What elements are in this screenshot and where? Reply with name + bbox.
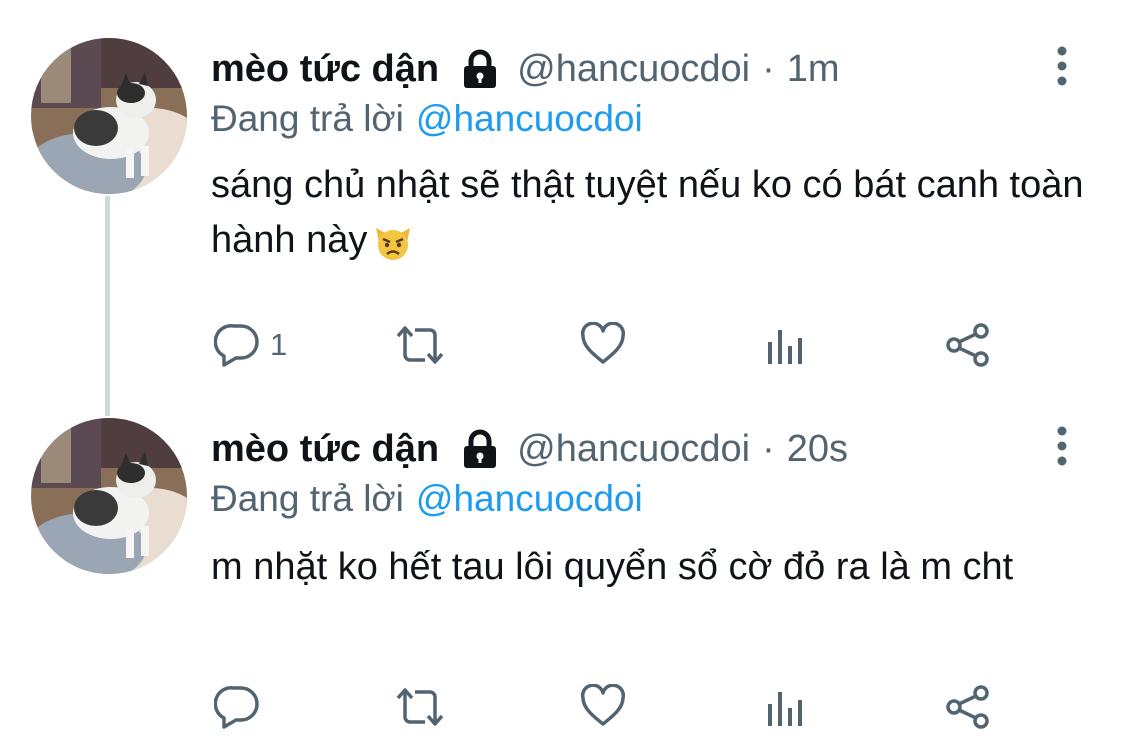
reply-count: 1 xyxy=(270,327,288,362)
tweet-header: mèo tức dận @hancuocdoi · 1m xyxy=(211,44,840,94)
timestamp[interactable]: 1m xyxy=(787,48,840,91)
replying-to-label: Đang trả lời xyxy=(211,478,404,519)
pouting-cat-emoji xyxy=(373,222,413,262)
replying-to-mention[interactable]: @hancuocdoi xyxy=(416,98,643,139)
heart-icon xyxy=(579,684,627,728)
separator-dot: · xyxy=(762,47,775,90)
display-name[interactable]: mèo tức dận xyxy=(211,428,439,471)
like-button[interactable] xyxy=(579,684,627,728)
heart-icon xyxy=(579,322,627,366)
more-vertical-icon[interactable] xyxy=(1051,425,1073,469)
more-vertical-icon[interactable] xyxy=(1051,45,1073,89)
lock-icon xyxy=(461,49,499,89)
tweet-text: sáng chủ nhật sẽ thật tuyệt nếu ko có bá… xyxy=(211,158,1091,268)
reply-icon xyxy=(214,684,260,730)
retweet-button[interactable] xyxy=(392,322,448,368)
avatar[interactable] xyxy=(31,418,187,574)
replying-to-label: Đang trả lời xyxy=(211,98,404,139)
replying-to: Đang trả lời @hancuocdoi xyxy=(211,98,643,140)
share-icon xyxy=(945,322,991,368)
replying-to: Đang trả lời @hancuocdoi xyxy=(211,478,643,520)
views-button[interactable] xyxy=(766,688,806,728)
tweet-text-content: sáng chủ nhật sẽ thật tuyệt nếu ko có bá… xyxy=(211,164,1084,261)
timestamp[interactable]: 20s xyxy=(787,428,848,471)
share-button[interactable] xyxy=(945,322,991,368)
tweet-text: m nhặt ko hết tau lôi quyển sổ cờ đỏ ra … xyxy=(211,540,1091,595)
retweet-button[interactable] xyxy=(392,684,448,730)
user-handle[interactable]: @hancuocdoi xyxy=(517,48,750,91)
views-icon xyxy=(766,326,806,366)
tweet-header: mèo tức dận @hancuocdoi · 20s xyxy=(211,424,848,474)
separator-dot: · xyxy=(762,427,775,470)
lock-icon xyxy=(461,429,499,469)
retweet-icon xyxy=(392,684,448,730)
avatar[interactable] xyxy=(31,38,187,194)
views-icon xyxy=(766,688,806,728)
reply-icon xyxy=(214,322,260,368)
retweet-icon xyxy=(392,322,448,368)
reply-button[interactable] xyxy=(214,684,270,730)
like-button[interactable] xyxy=(579,322,627,366)
share-icon xyxy=(945,684,991,730)
display-name[interactable]: mèo tức dận xyxy=(211,48,439,91)
share-button[interactable] xyxy=(945,684,991,730)
thread-connector-line xyxy=(105,196,110,416)
views-button[interactable] xyxy=(766,326,806,366)
user-handle[interactable]: @hancuocdoi xyxy=(517,428,750,471)
reply-button[interactable]: 1 xyxy=(214,322,287,368)
replying-to-mention[interactable]: @hancuocdoi xyxy=(416,478,643,519)
tweet-text-content: m nhặt ko hết tau lôi quyển sổ cờ đỏ ra … xyxy=(211,546,1014,588)
